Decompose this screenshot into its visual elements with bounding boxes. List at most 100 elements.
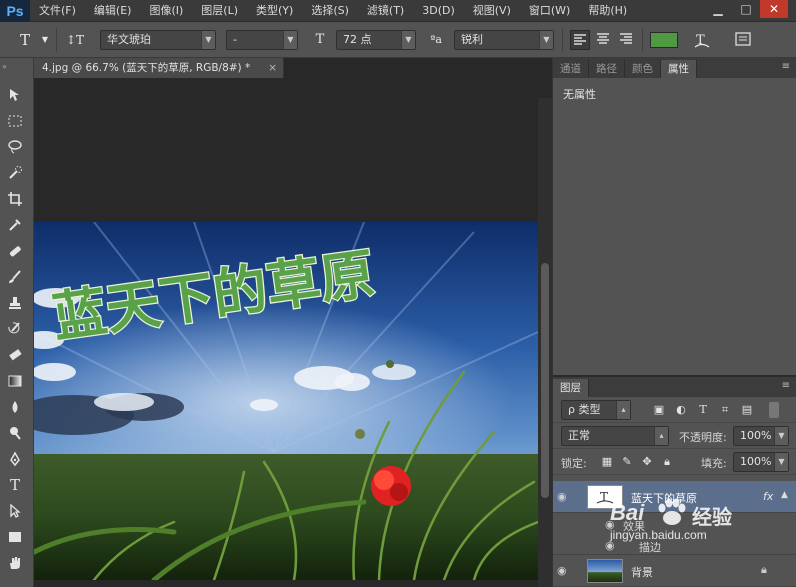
lasso-tool-icon[interactable] <box>4 136 26 158</box>
chevron-down-icon: ▼ <box>539 31 553 49</box>
properties-body: 无属性 <box>553 78 796 375</box>
filter-pixel-icon[interactable]: ▣ <box>651 402 667 418</box>
brush-tool-icon[interactable] <box>4 266 26 288</box>
scrollbar-thumb[interactable] <box>541 263 549 498</box>
tab-layers[interactable]: 图层 <box>553 379 589 397</box>
type-tool-icon[interactable]: T <box>4 474 26 496</box>
warp-text-icon[interactable]: T <box>692 30 714 50</box>
visibility-eye-icon[interactable]: ◉ <box>557 490 567 503</box>
layer-effects-fx-icon[interactable]: fx <box>763 490 773 503</box>
menu-file[interactable]: 文件(F) <box>30 0 85 22</box>
expand-effects-icon[interactable]: ▲ <box>781 490 788 500</box>
eraser-tool-icon[interactable] <box>4 344 26 366</box>
type-tool-preset-icon[interactable]: T <box>14 30 36 50</box>
opacity-input[interactable]: 100% ▼ <box>733 426 789 446</box>
effects-row[interactable]: ◉ 效果 <box>553 513 796 535</box>
lock-all-icon[interactable]: 🔒︎ <box>659 454 675 470</box>
menu-filter[interactable]: 滤镜(T) <box>358 0 413 22</box>
separator <box>562 28 563 52</box>
document-tab-title: 4.jpg @ 66.7% (蓝天下的草原, RGB/8#) * <box>42 62 251 74</box>
chevron-down-icon: ▴ <box>616 401 630 419</box>
menu-window[interactable]: 窗口(W) <box>520 0 579 22</box>
right-panels: 通道 路径 颜色 属性 ≡ 无属性 图层 ≡ ρ 类型 ▴ ▣ ◐ T ⌗ ▤ … <box>552 58 796 587</box>
tools-collapse-icon[interactable]: » <box>2 62 7 71</box>
tab-channels[interactable]: 通道 <box>553 60 589 78</box>
stroke-effect-row[interactable]: ◉ 描边 <box>553 535 796 555</box>
panel-menu-icon[interactable]: ≡ <box>782 61 790 72</box>
crop-tool-icon[interactable] <box>4 188 26 210</box>
menu-view[interactable]: 视图(V) <box>464 0 520 22</box>
hand-tool-icon[interactable] <box>4 552 26 574</box>
align-center-icon[interactable] <box>594 30 614 50</box>
menu-select[interactable]: 选择(S) <box>302 0 358 22</box>
lock-position-icon[interactable]: ✥ <box>639 454 655 470</box>
align-left-icon[interactable] <box>570 30 590 50</box>
menu-layer[interactable]: 图层(L) <box>192 0 247 22</box>
stroke-label: 描边 <box>639 541 661 554</box>
path-selection-tool-icon[interactable] <box>4 500 26 522</box>
document-tab[interactable]: 4.jpg @ 66.7% (蓝天下的草原, RGB/8#) * × <box>34 58 284 78</box>
tab-color[interactable]: 颜色 <box>625 60 661 78</box>
gradient-tool-icon[interactable] <box>4 370 26 392</box>
font-family-select[interactable]: 华文琥珀 ▼ <box>100 30 216 50</box>
font-size-value: 72 点 <box>343 33 372 46</box>
canvas-frame: 蓝天下的草原 <box>34 78 552 587</box>
filter-smart-object-icon[interactable]: ▤ <box>739 402 755 418</box>
menu-3d[interactable]: 3D(D) <box>413 0 464 22</box>
menu-edit[interactable]: 编辑(E) <box>85 0 141 22</box>
filter-shape-icon[interactable]: ⌗ <box>717 402 733 418</box>
lock-transparent-icon[interactable]: ▦ <box>599 454 615 470</box>
align-right-icon[interactable] <box>617 30 637 50</box>
eyedropper-tool-icon[interactable] <box>4 214 26 236</box>
canvas-vertical-scrollbar[interactable] <box>538 98 552 587</box>
lock-row: 锁定: ▦ ✎ ✥ 🔒︎ 填充: 100% ▼ <box>553 449 796 475</box>
antialias-value: 锐利 <box>461 33 483 46</box>
pen-tool-icon[interactable] <box>4 448 26 470</box>
fill-input[interactable]: 100% ▼ <box>733 452 789 472</box>
tab-properties[interactable]: 属性 <box>661 60 697 78</box>
tab-paths[interactable]: 路径 <box>589 60 625 78</box>
opacity-label: 不透明度: <box>679 431 727 444</box>
layer-filter-select[interactable]: ρ 类型 ▴ <box>561 400 631 420</box>
stroke-eye-icon[interactable]: ◉ <box>605 539 615 552</box>
close-tab-icon[interactable]: × <box>268 58 277 78</box>
antialias-select[interactable]: 锐利 ▼ <box>454 30 554 50</box>
healing-brush-tool-icon[interactable] <box>4 240 26 262</box>
menu-help[interactable]: 帮助(H) <box>579 0 636 22</box>
menu-type[interactable]: 类型(Y) <box>247 0 302 22</box>
visibility-eye-icon[interactable]: ◉ <box>557 564 567 577</box>
font-family-value: 华文琥珀 <box>107 33 151 46</box>
filter-toggle-icon[interactable] <box>769 402 779 418</box>
move-tool-icon[interactable] <box>4 84 26 106</box>
layer-row-background[interactable]: ◉ 背景 🔒︎ <box>553 555 796 587</box>
font-style-select[interactable]: - ▼ <box>226 30 298 50</box>
layer-row-text[interactable]: ◉ T 蓝天下的草原 fx ▲ <box>553 481 796 513</box>
character-panel-icon[interactable] <box>734 30 754 50</box>
marquee-tool-icon[interactable] <box>4 110 26 132</box>
layers-tabs: 图层 ≡ <box>553 377 796 397</box>
close-window-button[interactable]: ✕ <box>760 0 788 18</box>
text-color-swatch[interactable] <box>650 32 678 48</box>
menu-image[interactable]: 图像(I) <box>140 0 192 22</box>
maximize-button[interactable]: □ <box>732 0 760 18</box>
dodge-tool-icon[interactable] <box>4 422 26 444</box>
options-bar: T ▼ ↕T 华文琥珀 ▼ - ▼ T 72 点 ▼ ªa 锐利 ▼ T <box>0 22 796 58</box>
text-orientation-icon[interactable]: ↕T <box>64 30 86 50</box>
font-size-select[interactable]: 72 点 ▼ <box>336 30 416 50</box>
blur-tool-icon[interactable] <box>4 396 26 418</box>
filter-type-icon[interactable]: T <box>695 402 711 418</box>
panel-menu-icon[interactable]: ≡ <box>782 380 790 391</box>
lock-pixels-icon[interactable]: ✎ <box>619 454 635 470</box>
filter-adjustment-icon[interactable]: ◐ <box>673 402 689 418</box>
blend-mode-select[interactable]: 正常 ▴ <box>561 426 669 446</box>
effects-eye-icon[interactable]: ◉ <box>605 518 615 531</box>
quick-selection-tool-icon[interactable] <box>4 162 26 184</box>
history-brush-tool-icon[interactable] <box>4 318 26 340</box>
clone-stamp-tool-icon[interactable] <box>4 292 26 314</box>
antialias-icon: ªa <box>430 33 442 46</box>
canvas-image[interactable]: 蓝天下的草原 <box>34 222 538 580</box>
font-size-icon: T <box>315 32 325 47</box>
rectangle-tool-icon[interactable] <box>4 526 26 548</box>
tool-preset-dropdown-icon[interactable]: ▼ <box>40 30 50 50</box>
minimize-button[interactable]: ▁ <box>704 0 732 18</box>
